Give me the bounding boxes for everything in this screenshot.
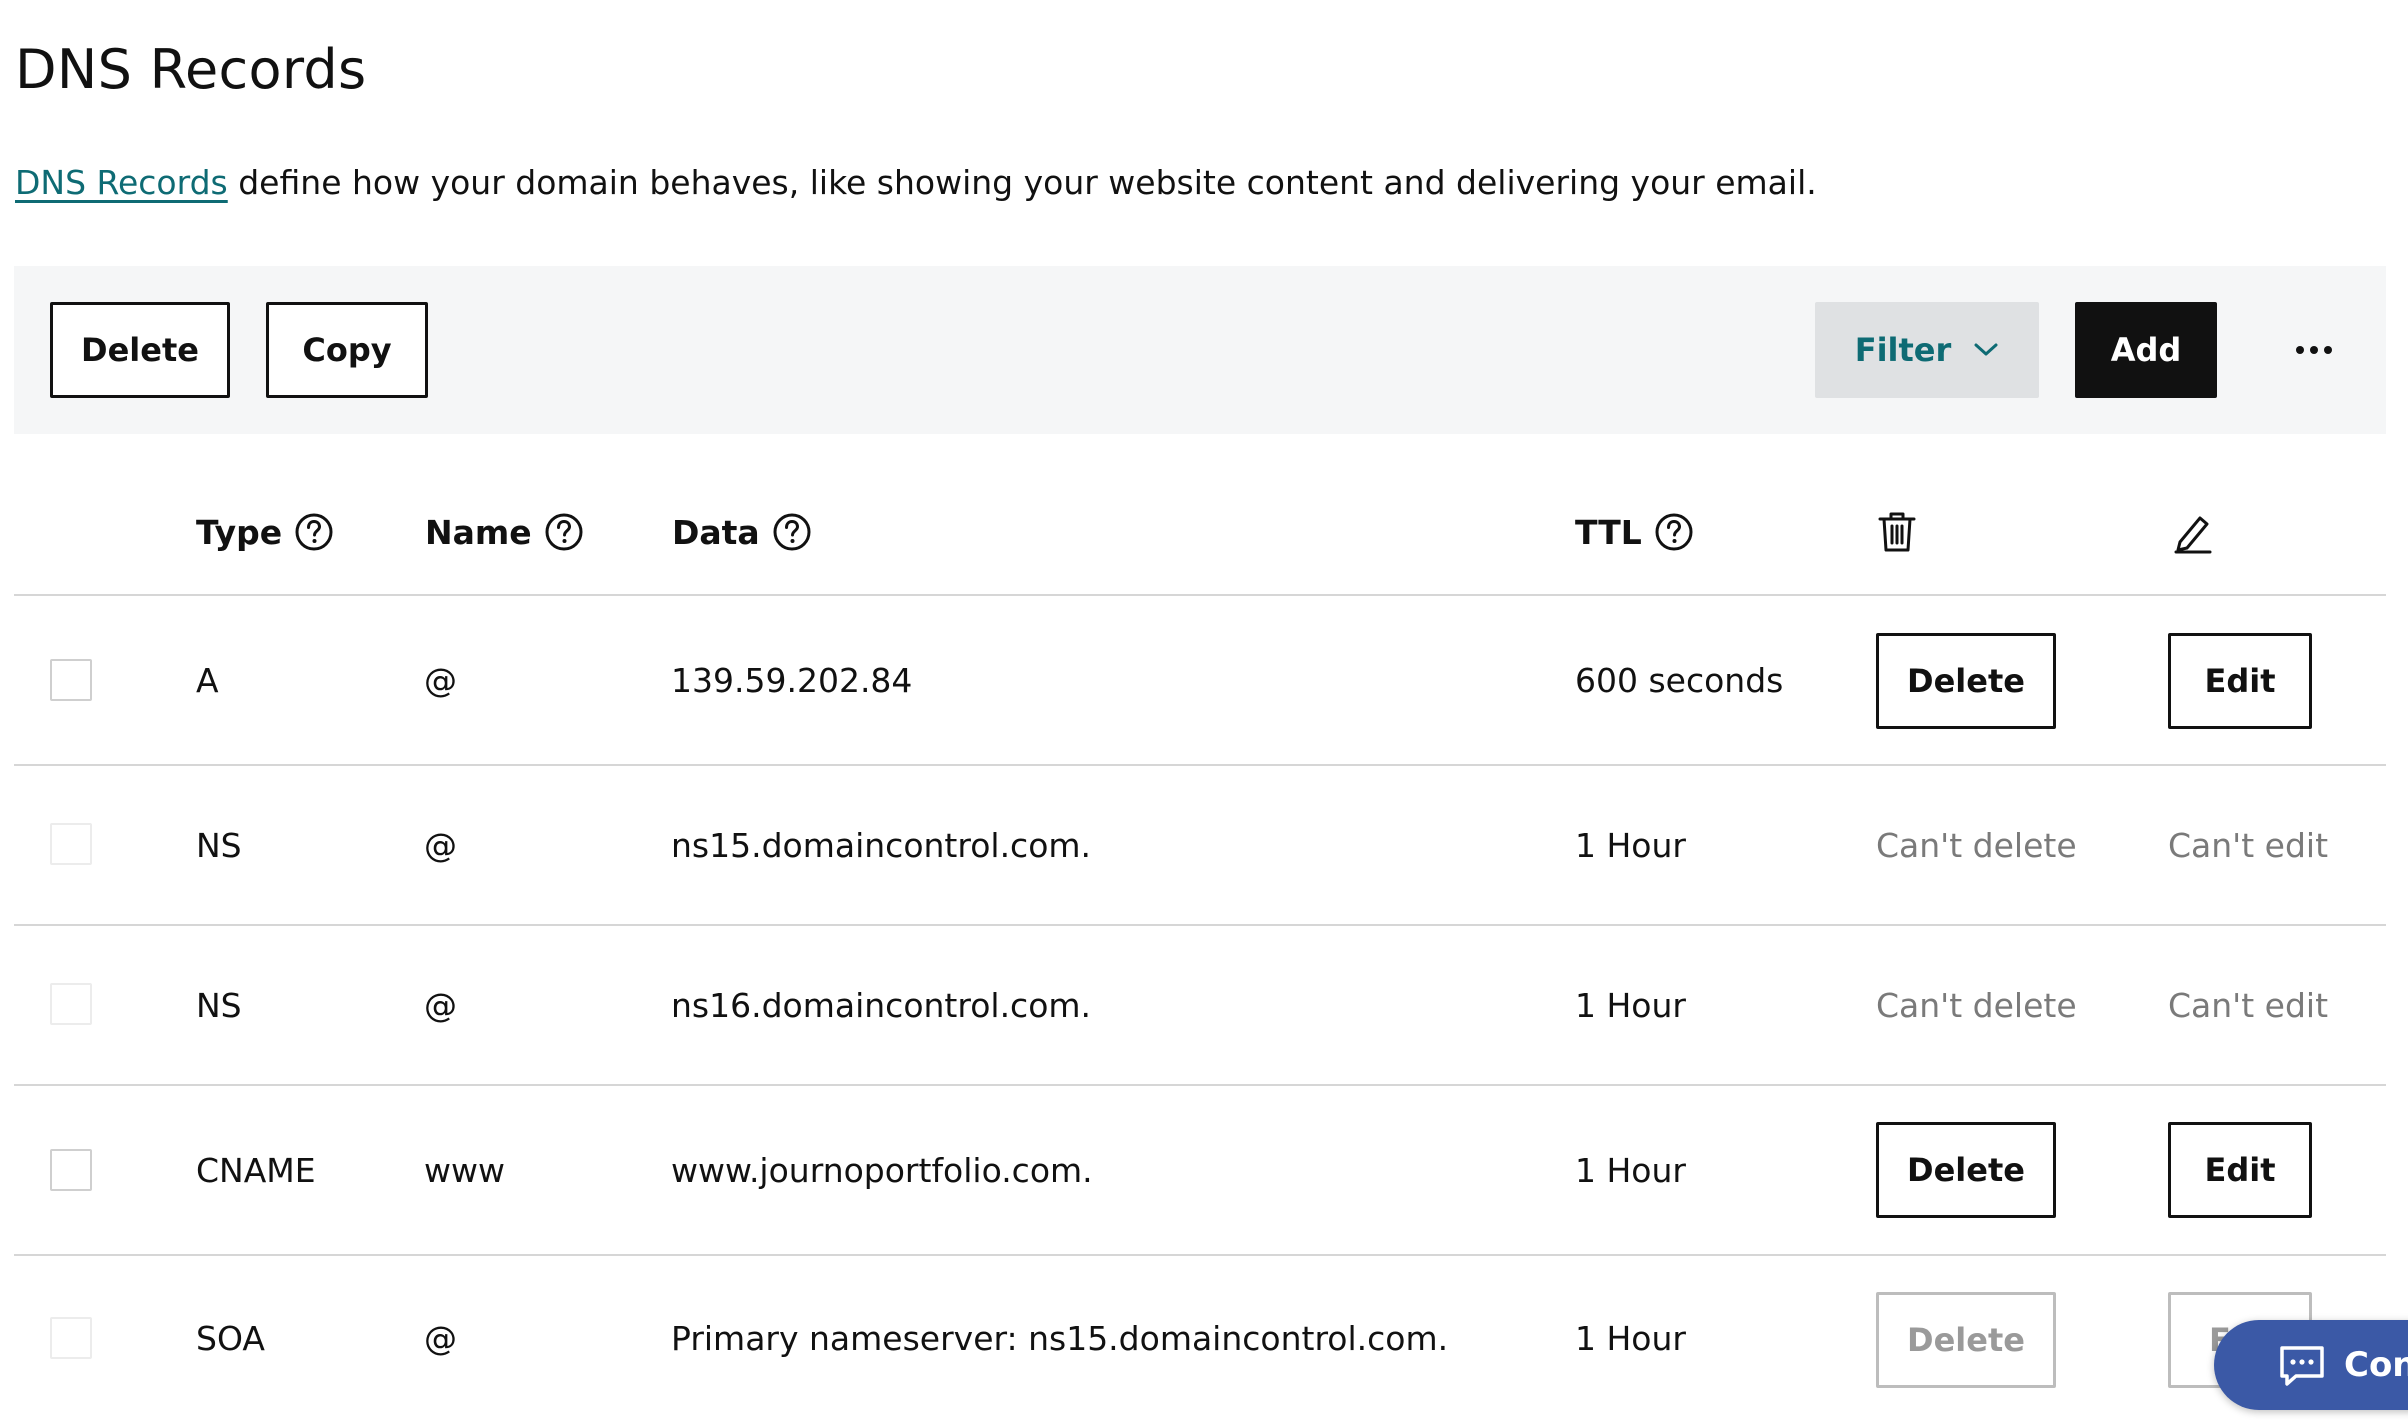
row-checkbox: [50, 983, 92, 1025]
row-checkbox[interactable]: [50, 1149, 92, 1191]
header-data-label: Data: [672, 512, 760, 552]
header-type: Type: [196, 470, 334, 594]
cant-edit-text: Can't edit: [2168, 825, 2329, 865]
chat-button[interactable]: Con: [2214, 1320, 2408, 1410]
bulk-copy-button[interactable]: Copy: [266, 302, 428, 398]
cell-name: @: [424, 825, 457, 865]
chat-bubble-icon: [2278, 1344, 2326, 1397]
cell-ttl: 1 Hour: [1575, 985, 1686, 1025]
cell-type: NS: [196, 825, 242, 865]
header-name-label: Name: [425, 512, 532, 552]
row-delete-button[interactable]: Delete: [1876, 1122, 2056, 1218]
add-record-button[interactable]: Add: [2075, 302, 2217, 398]
help-icon[interactable]: [772, 512, 812, 552]
header-ttl-label: TTL: [1575, 512, 1642, 552]
records-toolbar: Delete Copy Filter Add: [14, 266, 2386, 434]
row-checkbox: [50, 1317, 92, 1359]
table-row: NS @ ns16.domaincontrol.com. 1 Hour Can'…: [14, 926, 2386, 1086]
filter-label: Filter: [1854, 331, 1952, 369]
filter-button[interactable]: Filter: [1815, 302, 2039, 398]
cell-ttl: 1 Hour: [1575, 1318, 1686, 1358]
cant-delete-text: Can't delete: [1876, 825, 2077, 865]
cell-data: 139.59.202.84: [671, 660, 913, 700]
row-delete-button[interactable]: Delete: [1876, 633, 2056, 729]
row-edit-button[interactable]: Edit: [2168, 633, 2312, 729]
cell-ttl: 1 Hour: [1575, 1150, 1686, 1190]
cell-data: www.journoportfolio.com.: [671, 1150, 1093, 1190]
cell-type: A: [196, 660, 219, 700]
cell-type: NS: [196, 985, 242, 1025]
header-type-label: Type: [196, 512, 283, 552]
cell-name: @: [424, 1318, 457, 1358]
description-text: define how your domain behaves, like sho…: [227, 163, 1817, 202]
row-checkbox: [50, 823, 92, 865]
cell-data: ns16.domaincontrol.com.: [671, 985, 1092, 1025]
row-checkbox[interactable]: [50, 659, 92, 701]
chat-label: Con: [2344, 1345, 2408, 1385]
cell-name: @: [424, 985, 457, 1025]
pencil-icon: [2172, 470, 2214, 594]
help-icon[interactable]: [544, 512, 584, 552]
cell-ttl: 600 seconds: [1575, 660, 1784, 700]
chevron-down-icon: [1973, 342, 1999, 358]
bulk-delete-button[interactable]: Delete: [50, 302, 230, 398]
cell-data: Primary nameserver: ns15.domaincontrol.c…: [671, 1318, 1449, 1358]
cell-type: CNAME: [196, 1150, 316, 1190]
more-options-icon[interactable]: [2278, 318, 2350, 382]
table-row: A @ 139.59.202.84 600 seconds Delete Edi…: [14, 596, 2386, 766]
cant-edit-text: Can't edit: [2168, 985, 2329, 1025]
cell-data: ns15.domaincontrol.com.: [671, 825, 1092, 865]
page-title: DNS Records: [15, 38, 367, 101]
cell-type: SOA: [196, 1318, 265, 1358]
cant-delete-text: Can't delete: [1876, 985, 2077, 1025]
table-row: SOA @ Primary nameserver: ns15.domaincon…: [14, 1256, 2386, 1420]
table-row: NS @ ns15.domaincontrol.com. 1 Hour Can'…: [14, 766, 2386, 926]
row-delete-button-disabled: Delete: [1876, 1292, 2056, 1388]
cell-name: @: [424, 660, 457, 700]
dns-records-page: DNS Records DNS Records define how your …: [0, 0, 2408, 1420]
cell-name: www: [424, 1150, 505, 1190]
trash-icon: [1876, 470, 1918, 594]
help-icon[interactable]: [1654, 512, 1694, 552]
row-edit-button[interactable]: Edit: [2168, 1122, 2312, 1218]
header-data: Data: [672, 470, 812, 594]
header-name: Name: [425, 470, 584, 594]
dns-records-link[interactable]: DNS Records: [15, 163, 228, 202]
table-header: Type Name Data TTL: [14, 470, 2386, 596]
header-ttl: TTL: [1575, 470, 1694, 594]
table-row: CNAME www www.journoportfolio.com. 1 Hou…: [14, 1086, 2386, 1256]
page-description: DNS Records define how your domain behav…: [15, 163, 1817, 202]
cell-ttl: 1 Hour: [1575, 825, 1686, 865]
help-icon[interactable]: [294, 512, 334, 552]
